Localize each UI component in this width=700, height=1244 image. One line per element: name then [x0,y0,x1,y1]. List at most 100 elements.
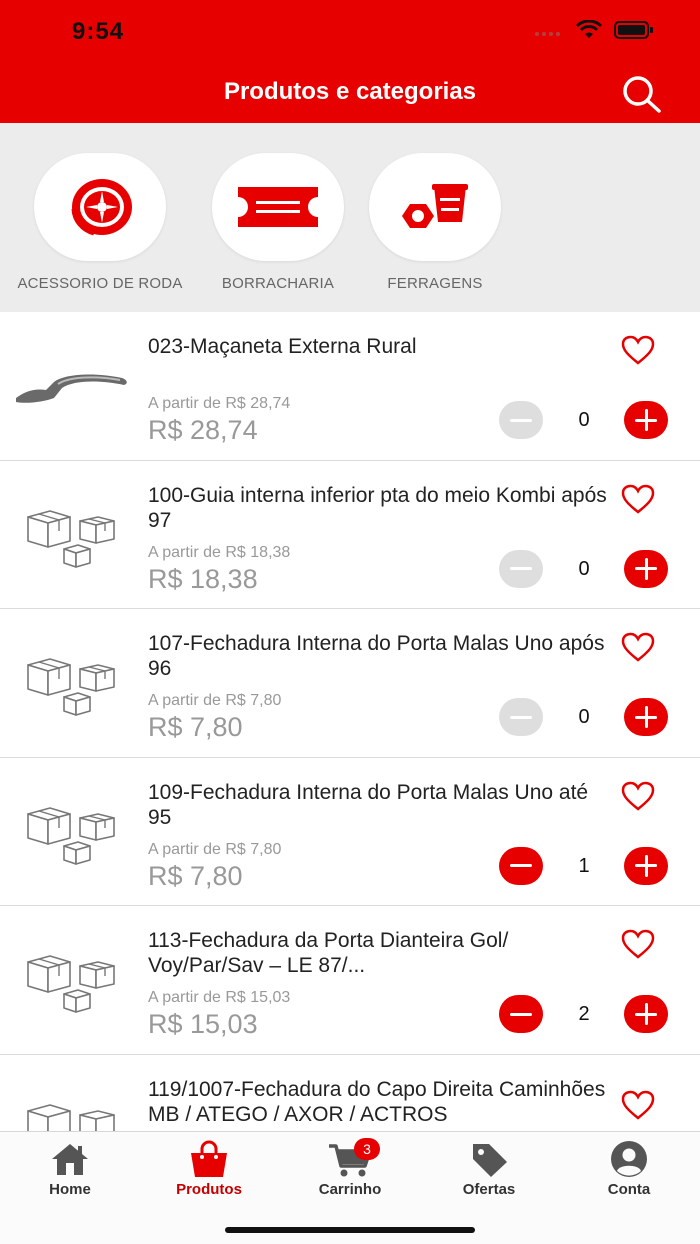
product-item[interactable]: 113-Fechadura da Porta Dianteira Gol/ Vo… [0,906,700,1055]
decrease-quantity-button[interactable] [499,698,543,736]
app-header: 9:54 Produtos e categorias [0,0,700,123]
product-name[interactable]: 119/1007-Fechadura do Capo Direita Camin… [148,1077,608,1127]
category-acessorio-de-roda[interactable]: ACESSORIO DE RODA [10,153,190,292]
product-price: R$ 28,74 [148,415,258,445]
minus-icon [510,418,532,422]
tag-icon [473,1144,507,1177]
product-thumbnail [14,497,130,577]
tab-home[interactable]: Home [10,1140,130,1198]
tab-label: Carrinho [318,1181,382,1198]
decrease-quantity-button[interactable] [499,549,543,588]
decrease-quantity-button[interactable] [499,846,543,885]
increase-quantity-button[interactable] [624,401,668,439]
product-thumbnail [14,942,130,1022]
tab-icon-wrap [10,1140,130,1178]
product-name[interactable]: 107-Fechadura Interna do Porta Malas Uno… [148,631,608,681]
category-icon-circle [212,153,344,261]
product-item[interactable]: 023-Maçaneta Externa Rural A partir de R… [0,312,700,461]
favorite-button[interactable] [620,780,656,812]
tab-conta[interactable]: Conta [569,1140,689,1198]
increase-quantity-button[interactable] [624,846,668,885]
search-button[interactable] [620,74,664,114]
category-label: FERRAGENS [387,275,483,292]
wifi-icon [576,20,602,38]
boxes-placeholder-icon [27,955,115,1013]
category-borracharia[interactable]: BORRACHARIA [188,153,368,292]
favorite-button[interactable] [620,928,656,960]
product-price: R$ 7,80 [148,860,243,891]
product-thumbnail [14,645,130,725]
heart-icon [621,632,655,662]
category-icon-circle [34,153,166,261]
category-icon-circle [369,153,501,261]
heart-icon [621,929,655,959]
decrease-quantity-button[interactable] [499,995,543,1033]
favorite-button[interactable] [620,483,656,515]
product-item[interactable]: 119/1007-Fechadura do Capo Direita Camin… [0,1055,700,1131]
tab-icon-wrap [149,1140,269,1178]
product-name[interactable]: 109-Fechadura Interna do Porta Malas Uno… [148,780,608,830]
search-icon [623,76,661,113]
quantity-value: 0 [578,706,590,728]
tab-carrinho[interactable]: 3 Carrinho [290,1138,410,1198]
user-icon [611,1141,647,1177]
minus-icon [510,1012,532,1016]
favorite-button[interactable] [620,1089,656,1121]
product-from-price: A partir de R$ 7,80 [148,692,282,709]
quantity-value: 0 [578,557,590,580]
tab-label: Conta [607,1181,651,1198]
increase-quantity-button[interactable] [624,698,668,736]
product-price: R$ 15,03 [148,1009,258,1039]
tab-icon-wrap [569,1140,689,1178]
hardware-icon [402,184,468,228]
product-price: R$ 7,80 [148,712,243,742]
favorite-button[interactable] [620,334,656,366]
product-name[interactable]: 100-Guia interna inferior pta do meio Ko… [148,483,608,533]
shopping-bag-icon [191,1140,227,1177]
tab-icon-wrap [429,1140,549,1178]
minus-icon [510,567,532,570]
minus-icon [510,864,532,867]
door-handle-image [16,374,127,403]
category-ferragens[interactable]: FERRAGENS [345,153,525,292]
category-strip: ACESSORIO DE RODA BORRACHARIA FERRAGENS [0,123,700,312]
boxes-placeholder-icon [27,509,115,568]
tab-label: Ofertas [462,1181,516,1198]
product-name[interactable]: 113-Fechadura da Porta Dianteira Gol/ Vo… [148,928,608,978]
product-list[interactable]: 023-Maçaneta Externa Rural A partir de R… [0,312,700,1131]
decrease-quantity-button[interactable] [499,401,543,439]
quantity-value: 1 [578,854,590,877]
category-label: ACESSORIO DE RODA [17,275,183,292]
favorite-button[interactable] [620,631,656,663]
heart-icon [621,335,655,365]
tire-patch-icon [238,187,318,227]
increase-quantity-button[interactable] [624,549,668,588]
product-thumbnail [14,348,130,428]
category-label: BORRACHARIA [221,275,335,292]
product-price: R$ 18,38 [148,563,258,594]
signal-icon [535,32,560,36]
increase-quantity-button[interactable] [624,995,668,1033]
heart-icon [621,1090,655,1120]
status-time: 9:54 [72,18,125,45]
product-from-price: A partir de R$ 28,74 [148,395,291,412]
minus-icon [510,715,532,719]
heart-icon [621,781,655,811]
boxes-placeholder-icon [27,658,115,716]
home-indicator [225,1227,475,1233]
cart-count-badge: 3 [354,1138,380,1160]
product-from-price: A partir de R$ 15,03 [148,989,291,1006]
product-from-price: A partir de R$ 18,38 [148,543,291,561]
product-item[interactable]: 109-Fechadura Interna do Porta Malas Uno… [0,758,700,906]
boxes-placeholder-icon [27,1103,115,1131]
product-thumbnail [14,794,130,874]
tab-ofertas[interactable]: Ofertas [429,1140,549,1198]
product-item[interactable]: 107-Fechadura Interna do Porta Malas Uno… [0,609,700,758]
page-title: Produtos e categorias [223,78,477,105]
quantity-value: 2 [578,1003,590,1025]
product-thumbnail [14,1091,130,1131]
product-item[interactable]: 100-Guia interna inferior pta do meio Ko… [0,461,700,609]
status-icons [534,20,654,40]
tab-produtos[interactable]: Produtos [149,1140,269,1198]
product-name[interactable]: 023-Maçaneta Externa Rural [148,334,608,359]
